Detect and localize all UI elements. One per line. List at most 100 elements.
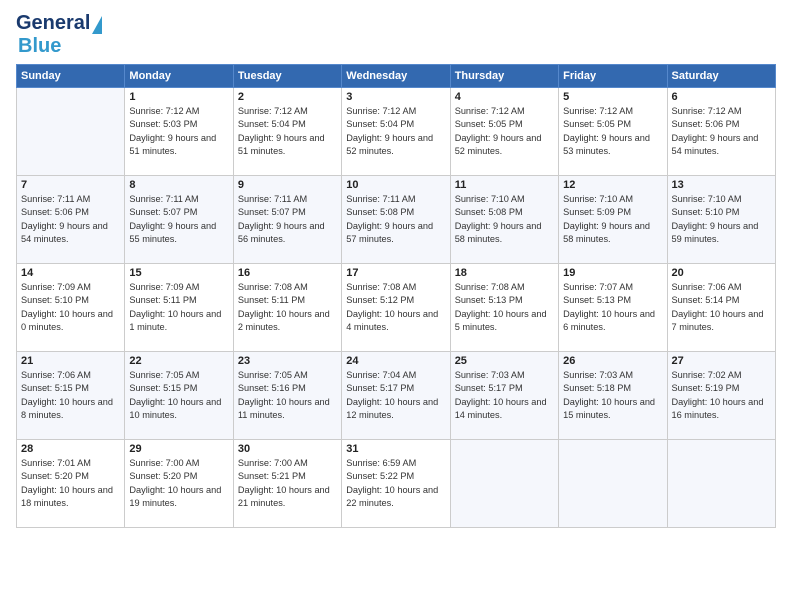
calendar-cell: 3 Sunrise: 7:12 AM Sunset: 5:04 PM Dayli…	[342, 88, 450, 176]
daylight-label: Daylight: 9 hours and 55 minutes.	[129, 221, 216, 244]
calendar-cell: 19 Sunrise: 7:07 AM Sunset: 5:13 PM Dayl…	[559, 264, 667, 352]
day-number: 5	[563, 91, 662, 103]
day-number: 1	[129, 91, 228, 103]
day-info: Sunrise: 7:05 AM Sunset: 5:16 PM Dayligh…	[238, 369, 337, 422]
daylight-label: Daylight: 9 hours and 57 minutes.	[346, 221, 433, 244]
day-number: 20	[672, 267, 771, 279]
day-number: 31	[346, 443, 445, 455]
calendar-cell: 5 Sunrise: 7:12 AM Sunset: 5:05 PM Dayli…	[559, 88, 667, 176]
sunset-label: Sunset: 5:04 PM	[238, 119, 306, 129]
sunrise-label: Sunrise: 7:11 AM	[129, 194, 198, 204]
day-info: Sunrise: 7:10 AM Sunset: 5:10 PM Dayligh…	[672, 193, 771, 246]
sunset-label: Sunset: 5:07 PM	[238, 207, 306, 217]
sunrise-label: Sunrise: 7:05 AM	[129, 370, 199, 380]
sunset-label: Sunset: 5:17 PM	[346, 383, 414, 393]
logo-blue: Blue	[18, 35, 61, 58]
sunset-label: Sunset: 5:10 PM	[21, 295, 89, 305]
calendar-cell: 11 Sunrise: 7:10 AM Sunset: 5:08 PM Dayl…	[450, 176, 558, 264]
sunset-label: Sunset: 5:08 PM	[346, 207, 414, 217]
day-number: 22	[129, 355, 228, 367]
week-row-2: 7 Sunrise: 7:11 AM Sunset: 5:06 PM Dayli…	[17, 176, 776, 264]
day-number: 26	[563, 355, 662, 367]
sunset-label: Sunset: 5:21 PM	[238, 471, 306, 481]
sunset-label: Sunset: 5:16 PM	[238, 383, 306, 393]
day-info: Sunrise: 7:01 AM Sunset: 5:20 PM Dayligh…	[21, 457, 120, 510]
day-number: 25	[455, 355, 554, 367]
col-header-friday: Friday	[559, 65, 667, 88]
week-row-5: 28 Sunrise: 7:01 AM Sunset: 5:20 PM Dayl…	[17, 440, 776, 528]
calendar-cell: 28 Sunrise: 7:01 AM Sunset: 5:20 PM Dayl…	[17, 440, 125, 528]
week-row-1: 1 Sunrise: 7:12 AM Sunset: 5:03 PM Dayli…	[17, 88, 776, 176]
day-number: 6	[672, 91, 771, 103]
day-info: Sunrise: 7:04 AM Sunset: 5:17 PM Dayligh…	[346, 369, 445, 422]
calendar-cell: 6 Sunrise: 7:12 AM Sunset: 5:06 PM Dayli…	[667, 88, 775, 176]
day-number: 15	[129, 267, 228, 279]
calendar-cell	[667, 440, 775, 528]
calendar-cell: 10 Sunrise: 7:11 AM Sunset: 5:08 PM Dayl…	[342, 176, 450, 264]
day-info: Sunrise: 7:08 AM Sunset: 5:12 PM Dayligh…	[346, 281, 445, 334]
daylight-label: Daylight: 10 hours and 19 minutes.	[129, 485, 221, 508]
day-number: 2	[238, 91, 337, 103]
header: General Blue	[16, 12, 776, 58]
calendar-cell: 22 Sunrise: 7:05 AM Sunset: 5:15 PM Dayl…	[125, 352, 233, 440]
calendar-cell: 12 Sunrise: 7:10 AM Sunset: 5:09 PM Dayl…	[559, 176, 667, 264]
day-info: Sunrise: 7:02 AM Sunset: 5:19 PM Dayligh…	[672, 369, 771, 422]
sunset-label: Sunset: 5:06 PM	[21, 207, 89, 217]
daylight-label: Daylight: 9 hours and 51 minutes.	[238, 133, 325, 156]
sunrise-label: Sunrise: 7:01 AM	[21, 458, 91, 468]
logo: General Blue	[16, 12, 102, 58]
sunset-label: Sunset: 5:20 PM	[129, 471, 197, 481]
day-number: 9	[238, 179, 337, 191]
day-number: 21	[21, 355, 120, 367]
sunrise-label: Sunrise: 7:07 AM	[563, 282, 633, 292]
col-header-wednesday: Wednesday	[342, 65, 450, 88]
daylight-label: Daylight: 9 hours and 58 minutes.	[563, 221, 650, 244]
day-info: Sunrise: 7:08 AM Sunset: 5:11 PM Dayligh…	[238, 281, 337, 334]
sunset-label: Sunset: 5:19 PM	[672, 383, 740, 393]
day-number: 30	[238, 443, 337, 455]
sunset-label: Sunset: 5:11 PM	[238, 295, 305, 305]
daylight-label: Daylight: 10 hours and 5 minutes.	[455, 309, 547, 332]
daylight-label: Daylight: 9 hours and 58 minutes.	[455, 221, 542, 244]
day-info: Sunrise: 7:11 AM Sunset: 5:06 PM Dayligh…	[21, 193, 120, 246]
calendar-cell: 1 Sunrise: 7:12 AM Sunset: 5:03 PM Dayli…	[125, 88, 233, 176]
calendar-cell: 14 Sunrise: 7:09 AM Sunset: 5:10 PM Dayl…	[17, 264, 125, 352]
day-info: Sunrise: 7:10 AM Sunset: 5:08 PM Dayligh…	[455, 193, 554, 246]
daylight-label: Daylight: 9 hours and 51 minutes.	[129, 133, 216, 156]
day-info: Sunrise: 7:12 AM Sunset: 5:04 PM Dayligh…	[238, 105, 337, 158]
day-number: 16	[238, 267, 337, 279]
day-number: 7	[21, 179, 120, 191]
day-number: 18	[455, 267, 554, 279]
daylight-label: Daylight: 10 hours and 16 minutes.	[672, 397, 764, 420]
col-header-sunday: Sunday	[17, 65, 125, 88]
day-number: 3	[346, 91, 445, 103]
daylight-label: Daylight: 10 hours and 0 minutes.	[21, 309, 113, 332]
sunrise-label: Sunrise: 7:10 AM	[563, 194, 633, 204]
sunset-label: Sunset: 5:07 PM	[129, 207, 197, 217]
daylight-label: Daylight: 10 hours and 2 minutes.	[238, 309, 330, 332]
day-info: Sunrise: 7:09 AM Sunset: 5:11 PM Dayligh…	[129, 281, 228, 334]
calendar-cell: 15 Sunrise: 7:09 AM Sunset: 5:11 PM Dayl…	[125, 264, 233, 352]
col-header-monday: Monday	[125, 65, 233, 88]
day-number: 28	[21, 443, 120, 455]
day-info: Sunrise: 7:12 AM Sunset: 5:04 PM Dayligh…	[346, 105, 445, 158]
daylight-label: Daylight: 10 hours and 15 minutes.	[563, 397, 655, 420]
calendar-cell: 4 Sunrise: 7:12 AM Sunset: 5:05 PM Dayli…	[450, 88, 558, 176]
day-info: Sunrise: 7:12 AM Sunset: 5:06 PM Dayligh…	[672, 105, 771, 158]
daylight-label: Daylight: 9 hours and 54 minutes.	[21, 221, 108, 244]
sunset-label: Sunset: 5:13 PM	[455, 295, 523, 305]
day-info: Sunrise: 7:09 AM Sunset: 5:10 PM Dayligh…	[21, 281, 120, 334]
daylight-label: Daylight: 10 hours and 1 minute.	[129, 309, 221, 332]
calendar-cell: 31 Sunrise: 6:59 AM Sunset: 5:22 PM Dayl…	[342, 440, 450, 528]
daylight-label: Daylight: 10 hours and 18 minutes.	[21, 485, 113, 508]
day-number: 17	[346, 267, 445, 279]
sunrise-label: Sunrise: 7:09 AM	[129, 282, 199, 292]
sunset-label: Sunset: 5:15 PM	[21, 383, 89, 393]
sunrise-label: Sunrise: 7:11 AM	[238, 194, 307, 204]
calendar-cell: 7 Sunrise: 7:11 AM Sunset: 5:06 PM Dayli…	[17, 176, 125, 264]
calendar-cell: 30 Sunrise: 7:00 AM Sunset: 5:21 PM Dayl…	[233, 440, 341, 528]
sunrise-label: Sunrise: 7:12 AM	[129, 106, 199, 116]
calendar-cell: 13 Sunrise: 7:10 AM Sunset: 5:10 PM Dayl…	[667, 176, 775, 264]
sunset-label: Sunset: 5:04 PM	[346, 119, 414, 129]
sunset-label: Sunset: 5:11 PM	[129, 295, 196, 305]
